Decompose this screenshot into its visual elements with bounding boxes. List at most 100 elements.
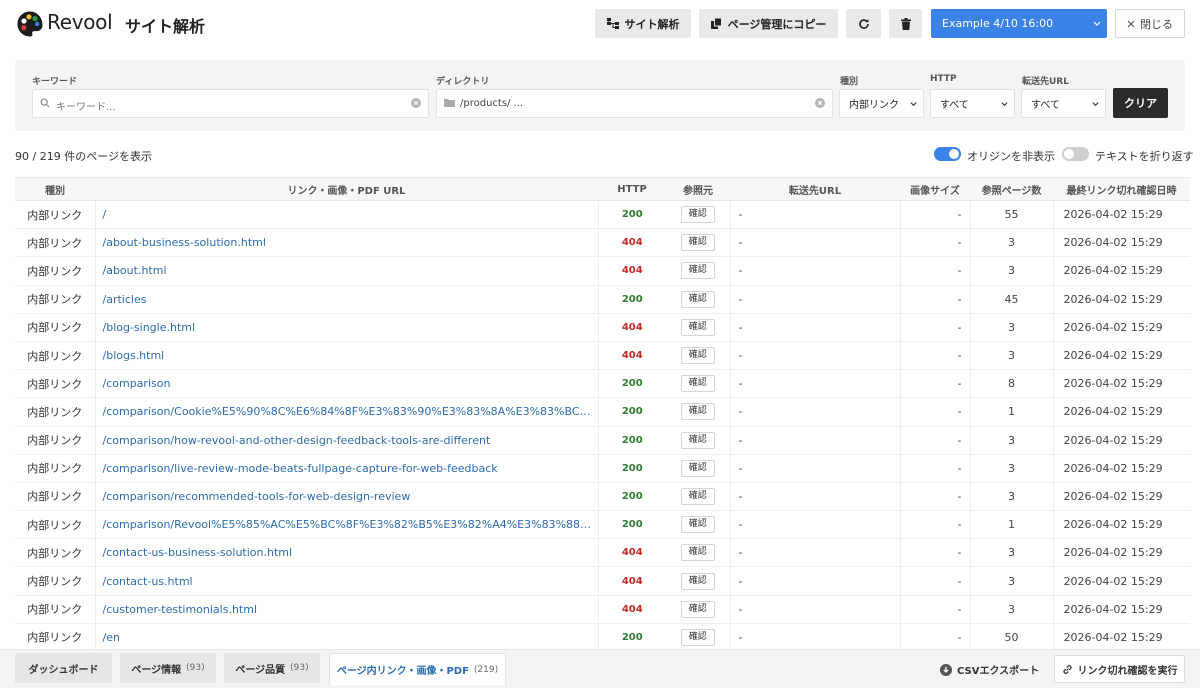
redirect-select[interactable]: すべて (1021, 89, 1106, 118)
link-url[interactable]: /contact-us-business-solution.html (95, 538, 599, 568)
image-size: - (900, 256, 971, 286)
confirm-button[interactable]: 確認 (680, 516, 715, 534)
hide-origin-toggle[interactable] (934, 147, 961, 161)
confirm-button[interactable]: 確認 (680, 628, 715, 646)
column-header[interactable]: 最終リンク切れ確認日時 (1053, 177, 1190, 201)
link-kind: 内部リンク (15, 454, 96, 483)
confirm-button[interactable]: 確認 (680, 600, 715, 618)
column-header[interactable]: 参照元 (666, 177, 730, 201)
link-url[interactable]: /blogs.html (95, 341, 599, 371)
link-kind: 内部リンク (15, 369, 96, 399)
confirm-button[interactable]: 確認 (680, 234, 715, 252)
link-url[interactable]: /comparison/live-review-mode-beats-fullp… (95, 454, 599, 483)
confirm-button[interactable]: 確認 (680, 347, 715, 365)
app-name: Revool (47, 10, 113, 34)
confirm-button[interactable]: 確認 (680, 459, 715, 477)
run-check-label: リンク切れ確認を実行 (1077, 665, 1178, 677)
link-url[interactable]: /comparison/how-revool-and-other-design-… (95, 426, 599, 455)
confirm-button[interactable]: 確認 (680, 544, 715, 562)
column-header[interactable]: HTTP (598, 177, 666, 201)
link-url[interactable]: /comparison/Revool%E5%85%AC%E5%BC%8F%E3%… (95, 510, 599, 540)
column-header[interactable]: 種別 (15, 177, 95, 201)
link-url[interactable]: /blog-single.html (95, 313, 599, 342)
hide-origin-label: オリジンを非表示 (967, 150, 1055, 163)
delete-button[interactable] (889, 9, 922, 38)
clear-keyword-icon[interactable] (411, 98, 421, 108)
tab-dashboard[interactable]: ダッシュボード (15, 653, 112, 683)
kind-select[interactable]: 内部リンク (839, 89, 924, 118)
last-check-date: 2026-04-02 15:29 (1053, 538, 1190, 568)
tab-links-images-pdf[interactable]: ページ内リンク・画像・PDF (219) (329, 653, 506, 685)
referrer-cell: 確認 (666, 228, 730, 258)
image-size: - (900, 341, 971, 371)
tab-page-quality[interactable]: ページ品質 (93) (224, 653, 320, 683)
referrer-cell: 確認 (666, 313, 730, 342)
http-status: 200 (598, 369, 666, 399)
column-header[interactable]: 転送先URL (730, 177, 900, 201)
links-table-container[interactable]: 種別 リンク・画像・PDF URL HTTP 参照元 転送先URL 画像サイズ 参照ページ数… (15, 177, 1200, 649)
link-url[interactable]: /customer-testimonials.html (95, 595, 599, 624)
http-select[interactable]: すべて (930, 89, 1015, 118)
wrap-text-toggle[interactable] (1062, 147, 1089, 161)
confirm-button[interactable]: 確認 (680, 375, 715, 393)
referrer-cell: 確認 (666, 623, 730, 649)
referring-page-count: 45 (970, 285, 1054, 314)
confirm-button[interactable]: 確認 (680, 262, 715, 280)
link-url[interactable]: /comparison/Cookie%E5%90%8C%E6%84%8F%E3%… (95, 397, 599, 427)
column-header[interactable]: 参照ページ数 (970, 177, 1053, 201)
keyword-input[interactable]: キーワード... (32, 89, 429, 118)
confirm-button[interactable]: 確認 (680, 431, 715, 449)
image-size: - (900, 426, 971, 455)
site-analysis-button[interactable]: サイト解析 (595, 9, 691, 38)
link-url[interactable]: /comparison/recommended-tools-for-web-de… (95, 482, 599, 512)
kind-select-value: 内部リンク (849, 100, 899, 111)
run-broken-link-check-button[interactable]: リンク切れ確認を実行 (1054, 655, 1185, 683)
csv-export-button[interactable]: CSVエクスポート (940, 662, 1039, 677)
sitemap-icon (606, 18, 619, 29)
link-url[interactable]: /articles (95, 285, 599, 314)
link-url[interactable]: /contact-us.html (95, 566, 599, 596)
image-size: - (900, 566, 971, 596)
confirm-button[interactable]: 確認 (680, 318, 715, 336)
confirm-button[interactable]: 確認 (680, 206, 715, 224)
referring-page-count: 1 (970, 397, 1054, 427)
copy-icon (710, 18, 722, 29)
chevron-down-icon (910, 102, 917, 107)
column-header[interactable]: リンク・画像・PDF URL (95, 177, 598, 201)
chevron-down-icon (1092, 102, 1099, 107)
clear-directory-icon[interactable] (815, 98, 825, 108)
confirm-button[interactable]: 確認 (680, 290, 715, 308)
link-url[interactable]: /about-business-solution.html (95, 228, 599, 258)
http-status: 404 (598, 313, 666, 342)
chevron-down-icon (1001, 102, 1008, 107)
download-icon (940, 663, 952, 676)
link-url[interactable]: /about.html (95, 256, 599, 286)
link-url[interactable]: /comparison (95, 369, 599, 399)
image-size: - (900, 313, 971, 342)
last-check-date: 2026-04-02 15:29 (1053, 256, 1190, 286)
link-kind: 内部リンク (15, 595, 96, 624)
link-url[interactable]: /en (95, 623, 599, 649)
tab-page-info[interactable]: ページ情報 (93) (120, 653, 216, 683)
copy-to-page-manager-button[interactable]: ページ管理にコピー (699, 9, 838, 38)
link-url[interactable]: / (95, 200, 599, 230)
link-kind: 内部リンク (15, 256, 96, 286)
confirm-button[interactable]: 確認 (680, 487, 715, 505)
confirm-button[interactable]: 確認 (680, 572, 715, 590)
last-check-date: 2026-04-02 15:29 (1053, 595, 1190, 624)
directory-input[interactable]: /products/ ... (436, 89, 833, 118)
image-size: - (900, 397, 971, 427)
referring-page-count: 3 (970, 595, 1054, 624)
image-size: - (900, 595, 971, 624)
clear-filters-button[interactable]: クリア (1113, 88, 1168, 118)
http-status: 404 (598, 566, 666, 596)
tab-label: ページ内リンク・画像・PDF (336, 666, 469, 677)
snapshot-select[interactable]: Example 4/10 16:00 (931, 9, 1107, 38)
close-button[interactable]: 閉じる (1115, 9, 1185, 38)
confirm-button[interactable]: 確認 (680, 403, 715, 421)
referrer-cell: 確認 (666, 510, 730, 540)
image-size: - (900, 200, 971, 230)
column-header[interactable]: 画像サイズ (900, 177, 970, 201)
toggle-knob (1064, 149, 1074, 159)
refresh-button[interactable] (846, 9, 881, 38)
